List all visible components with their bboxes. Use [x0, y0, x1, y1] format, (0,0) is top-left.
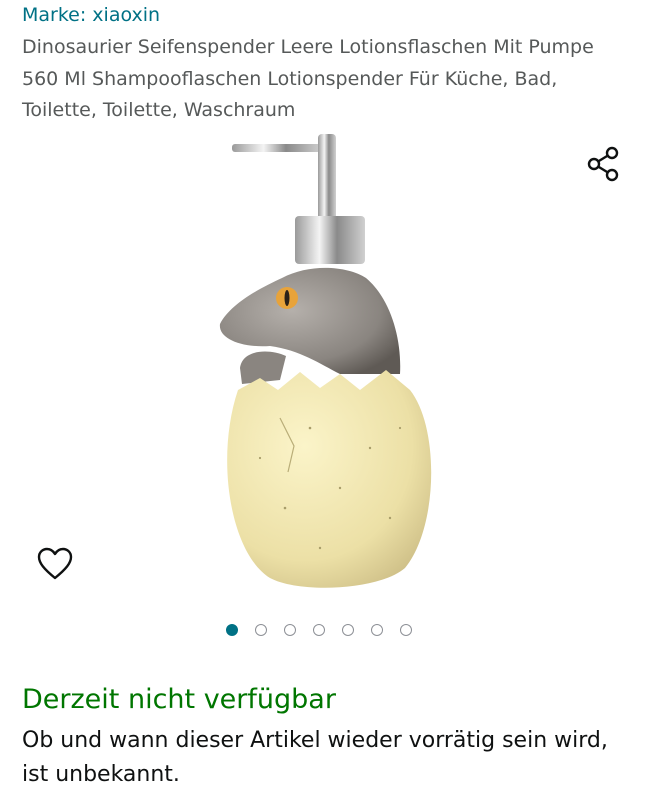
carousel-dot[interactable] [255, 624, 267, 636]
heart-outline-icon [37, 547, 73, 580]
product-title: Dinosaurier Seifenspender Leere Lotionsf… [22, 36, 594, 121]
share-icon [587, 146, 619, 182]
product-image[interactable] [190, 128, 460, 598]
share-button[interactable] [585, 145, 623, 183]
carousel-dot[interactable] [400, 624, 412, 636]
carousel-dot[interactable] [226, 624, 238, 636]
carousel-dot[interactable] [313, 624, 325, 636]
wishlist-button[interactable] [36, 546, 74, 582]
carousel-dot[interactable] [371, 624, 383, 636]
availability-status: Derzeit nicht verfügbar [22, 684, 336, 715]
brand-link[interactable]: Marke: xiaoxin [22, 2, 160, 28]
availability-message: Ob und wann dieser Artikel wieder vorrät… [22, 728, 608, 787]
carousel-dot[interactable] [284, 624, 296, 636]
carousel-dot[interactable] [342, 624, 354, 636]
image-carousel-dots [226, 624, 412, 636]
